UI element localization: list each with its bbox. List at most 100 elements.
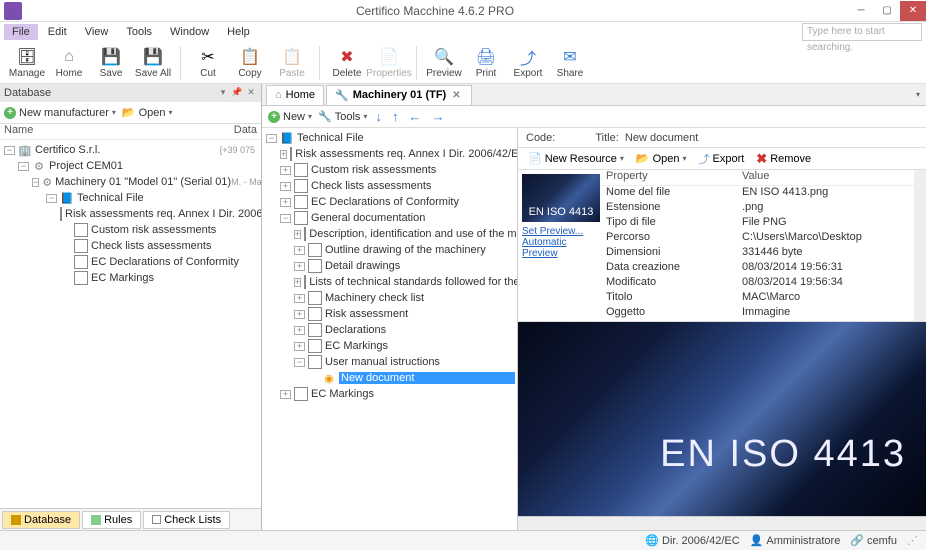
- resize-grip-icon[interactable]: ⋰: [907, 534, 918, 547]
- tree-node-project[interactable]: −⚙Project CEM01: [0, 158, 261, 174]
- tree-node[interactable]: +Custom risk assessments: [262, 162, 517, 178]
- tab-rules[interactable]: Rules: [82, 511, 141, 529]
- search-input[interactable]: Type here to start searching.: [802, 23, 922, 41]
- property-row[interactable]: Modificato08/03/2014 19:56:34: [602, 276, 914, 291]
- statusbar: 🌐Dir. 2006/42/EC 👤Amministratore 🔗cemfu …: [0, 530, 926, 550]
- plus-icon: +: [268, 111, 280, 123]
- panel-dropdown-icon[interactable]: ▾: [217, 87, 229, 99]
- tree-node[interactable]: +EC Markings: [262, 338, 517, 354]
- window-title: Certifico Macchine 4.6.2 PRO: [22, 4, 848, 18]
- horizontal-scrollbar[interactable]: [518, 516, 926, 530]
- tree-node[interactable]: +Risk assessment: [262, 306, 517, 322]
- home-button[interactable]: ⌂Home: [50, 45, 88, 81]
- properties-button[interactable]: 📄Properties: [370, 45, 408, 81]
- menu-window[interactable]: Window: [162, 24, 217, 40]
- nav-down-icon[interactable]: ↓: [373, 109, 384, 124]
- menu-tools[interactable]: Tools: [118, 24, 160, 40]
- document-icon: [294, 211, 308, 225]
- detail-open-button[interactable]: 📂Open▾: [632, 151, 691, 166]
- tree-node[interactable]: +Detail drawings: [262, 258, 517, 274]
- document-icon: [60, 207, 62, 221]
- tree-node-manufacturer[interactable]: −🏢Certifico S.r.l.[+39 075: [0, 142, 261, 158]
- status-connection[interactable]: cemfu: [867, 535, 897, 547]
- tab-checklists[interactable]: Check Lists: [143, 511, 230, 529]
- tree-node-root[interactable]: −📘Technical File: [262, 130, 517, 146]
- tree-node[interactable]: +Check lists assessments: [262, 178, 517, 194]
- col-value[interactable]: Value: [742, 170, 914, 185]
- tree-node[interactable]: +Declarations: [262, 322, 517, 338]
- detail-remove-button[interactable]: ✖Remove: [752, 150, 815, 168]
- tree-node[interactable]: +Description, identification and use of …: [262, 226, 517, 242]
- doc-new-button[interactable]: +New▾: [268, 111, 312, 123]
- tree-node[interactable]: +Outline drawing of the machinery: [262, 242, 517, 258]
- tree-node[interactable]: +Machinery check list: [262, 290, 517, 306]
- book-icon: 📘: [280, 131, 294, 145]
- panel-close-icon[interactable]: ✕: [245, 87, 257, 99]
- property-row[interactable]: Nome del fileEN ISO 4413.png: [602, 186, 914, 201]
- col-name[interactable]: Name: [4, 124, 207, 139]
- tree-node-ec-declarations[interactable]: EC Declarations of Conformity: [0, 254, 261, 270]
- delete-button[interactable]: ✖Delete: [328, 45, 366, 81]
- paste-button[interactable]: 📋Paste: [273, 45, 311, 81]
- tree-node[interactable]: +Risk assessments req. Annex I Dir. 2006…: [262, 146, 517, 162]
- nav-up-icon[interactable]: ↑: [390, 109, 401, 124]
- doc-tab-machinery[interactable]: 🔧Machinery 01 (TF)✕: [326, 85, 472, 105]
- tree-node[interactable]: +Lists of technical standards followed f…: [262, 274, 517, 290]
- menu-view[interactable]: View: [77, 24, 117, 40]
- preview-button[interactable]: 🔍Preview: [425, 45, 463, 81]
- property-row[interactable]: Estensione.png: [602, 201, 914, 216]
- status-user[interactable]: Amministratore: [766, 535, 840, 547]
- menu-file[interactable]: File: [4, 24, 38, 40]
- print-button[interactable]: 🖨Print: [467, 45, 505, 81]
- save-button[interactable]: 💾Save: [92, 45, 130, 81]
- tree-node-user-manual[interactable]: −User manual istructions: [262, 354, 517, 370]
- manage-button[interactable]: 🗄Manage: [8, 45, 46, 81]
- tree-node-checklists[interactable]: Check lists assessments: [0, 238, 261, 254]
- property-row[interactable]: PercorsoC:\Users\Marco\Desktop: [602, 231, 914, 246]
- property-row[interactable]: Tipo di fileFile PNG: [602, 216, 914, 231]
- tree-node-new-document[interactable]: ◉New document: [262, 370, 517, 386]
- col-data[interactable]: Data: [207, 124, 257, 139]
- tab-database[interactable]: Database: [2, 511, 80, 529]
- set-preview-link[interactable]: Set Preview...: [522, 226, 598, 237]
- tree-node-custom-risk[interactable]: Custom risk assessments: [0, 222, 261, 238]
- tree-node-machinery[interactable]: −⚙Machinery 01 "Model 01" (Serial 01)M. …: [0, 174, 261, 190]
- nav-left-icon[interactable]: ←: [406, 109, 423, 124]
- close-button[interactable]: ✕: [900, 1, 926, 21]
- minimize-button[interactable]: ─: [848, 1, 874, 21]
- property-row[interactable]: Data creazione08/03/2014 19:56:31: [602, 261, 914, 276]
- status-directive[interactable]: Dir. 2006/42/EC: [662, 535, 740, 547]
- doc-tools-button[interactable]: 🔧Tools▾: [318, 110, 367, 123]
- cut-button[interactable]: ✂Cut: [189, 45, 227, 81]
- tree-node-risk-assessments[interactable]: Risk assessments req. Annex I Dir. 2006/…: [0, 206, 261, 222]
- tree-node[interactable]: +EC Declarations of Conformity: [262, 194, 517, 210]
- tree-node[interactable]: +EC Markings: [262, 386, 517, 402]
- menu-edit[interactable]: Edit: [40, 24, 75, 40]
- preview-icon: 🔍: [434, 47, 454, 67]
- property-row[interactable]: Dimensioni331446 byte: [602, 246, 914, 261]
- wrench-icon: 🔧: [335, 89, 349, 102]
- col-property[interactable]: Property: [602, 170, 742, 185]
- scrollbar[interactable]: [914, 170, 926, 321]
- tree-node-techfile[interactable]: −📘Technical File: [0, 190, 261, 206]
- copy-button[interactable]: 📋Copy: [231, 45, 269, 81]
- new-resource-button[interactable]: 📄New Resource▾: [524, 151, 628, 166]
- tabs-dropdown-icon[interactable]: ▾: [916, 90, 926, 99]
- db-open-button[interactable]: 📂Open▾: [122, 106, 173, 119]
- panel-pin-icon[interactable]: 📌: [231, 87, 243, 99]
- tab-close-icon[interactable]: ✕: [450, 90, 462, 101]
- new-manufacturer-button[interactable]: +New manufacturer▾: [4, 107, 116, 119]
- property-row[interactable]: OggettoImmagine: [602, 306, 914, 321]
- export-button[interactable]: ⤴Export: [509, 45, 547, 81]
- menu-help[interactable]: Help: [219, 24, 258, 40]
- property-row[interactable]: TitoloMAC\Marco: [602, 291, 914, 306]
- tree-node-general-docs[interactable]: −General documentation: [262, 210, 517, 226]
- maximize-button[interactable]: ▢: [874, 1, 900, 21]
- share-button[interactable]: ✉Share: [551, 45, 589, 81]
- nav-right-icon[interactable]: →: [429, 109, 446, 124]
- auto-preview-link[interactable]: Automatic Preview: [522, 237, 598, 259]
- tree-node-ec-markings[interactable]: EC Markings: [0, 270, 261, 286]
- doc-tab-home[interactable]: ⌂Home: [266, 85, 324, 105]
- detail-export-button[interactable]: ⤴Export: [695, 150, 749, 168]
- saveall-button[interactable]: 💾Save All: [134, 45, 172, 81]
